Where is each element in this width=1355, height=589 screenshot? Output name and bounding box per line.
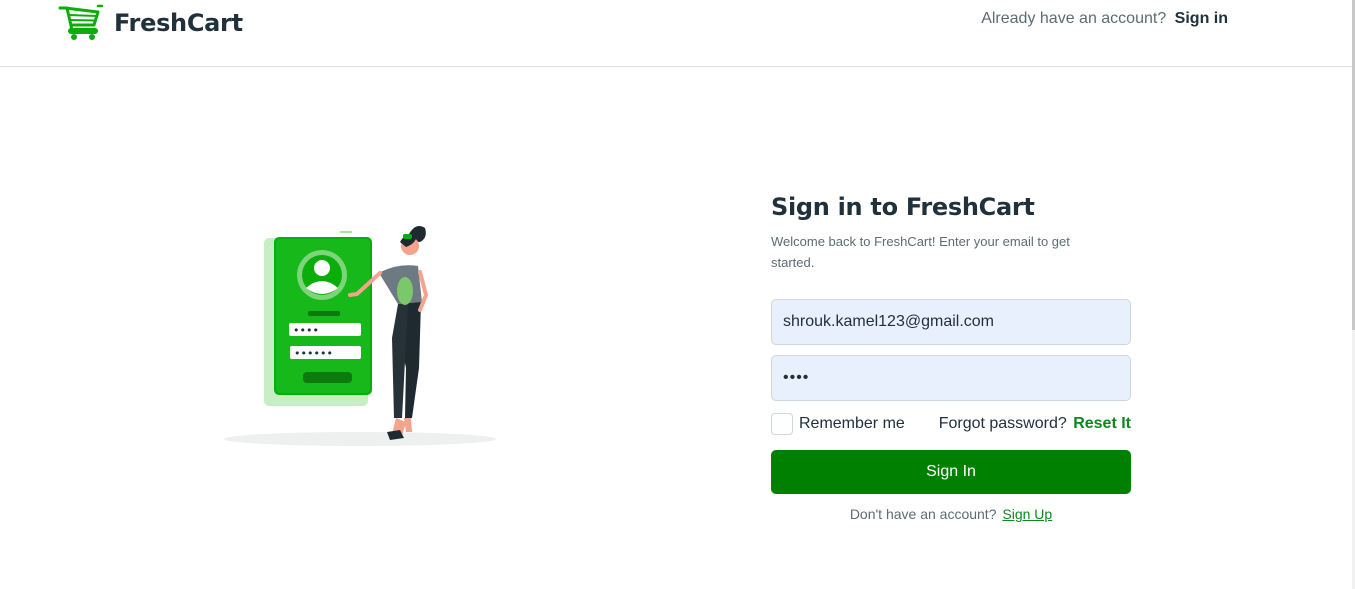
account-question: Already have an account? (981, 10, 1167, 27)
forgot-password-text: Forgot password? (938, 415, 1067, 432)
brand-name: FreshCart (114, 9, 243, 37)
email-field[interactable]: shrouk.kamel123@gmail.com (771, 299, 1131, 345)
top-navbar: FreshCart Already have an account? Sign … (0, 0, 1352, 67)
forgot-password: Forgot password? Reset It (939, 415, 1131, 433)
sign-up-prompt: Don't have an account? Sign Up (771, 506, 1131, 522)
sign-in-form: Sign in to FreshCart Welcome back to Fre… (771, 193, 1131, 522)
sign-up-link[interactable]: Sign Up (1002, 506, 1052, 522)
reset-password-link[interactable]: Reset It (1073, 415, 1131, 432)
header-sign-in-link[interactable]: Sign in (1175, 10, 1228, 27)
brand-logo[interactable]: FreshCart (58, 4, 243, 42)
form-options-row: Remember me Forgot password? Reset It (771, 412, 1131, 436)
password-field[interactable]: •••• (771, 355, 1131, 401)
form-title: Sign in to FreshCart (771, 193, 1035, 221)
sign-up-text: Don't have an account? (849, 506, 997, 522)
login-phone-illustration: •••• •••••• (224, 226, 496, 446)
illustration-password-1: •••• (293, 324, 319, 337)
illustration-password-2: •••••• (294, 347, 333, 360)
form-subtitle: Welcome back to FreshCart! Enter your em… (771, 234, 1070, 270)
remember-me-option[interactable]: Remember me (771, 413, 905, 435)
header-account-prompt: Already have an account? Sign in (981, 10, 1228, 28)
remember-me-checkbox[interactable] (771, 413, 793, 435)
remember-me-label: Remember me (799, 415, 905, 432)
shopping-cart-icon (58, 4, 104, 40)
sign-in-button[interactable]: Sign In (771, 450, 1131, 494)
